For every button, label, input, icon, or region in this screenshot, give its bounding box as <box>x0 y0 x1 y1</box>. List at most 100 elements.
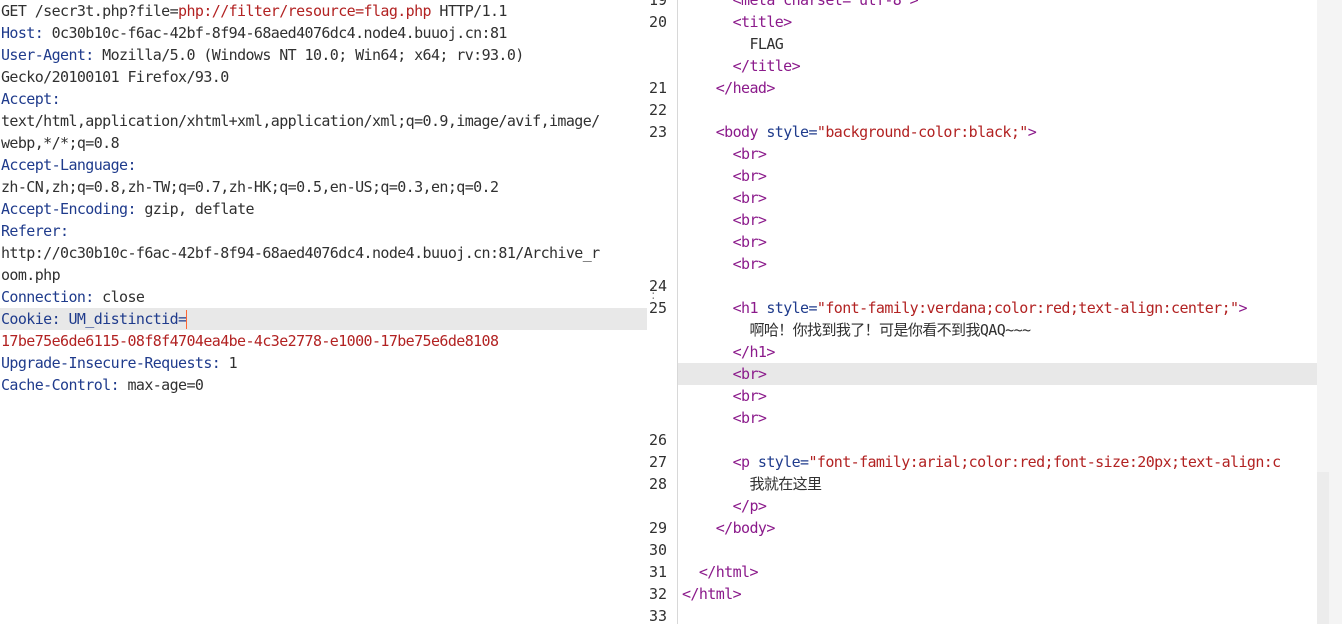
code-line[interactable]: <body style="background-color:black;"> <box>682 121 1037 143</box>
line-number: 26 <box>648 431 667 449</box>
header-value: webp,*/*;q=0.8 <box>1 134 120 152</box>
request-line[interactable]: Referer: <box>0 220 647 242</box>
code-line[interactable]: <br> <box>682 407 767 429</box>
request-line[interactable]: Gecko/20100101 Firefox/93.0 <box>0 66 647 88</box>
request-line[interactable]: GET /secr3t.php?file=php://filter/resour… <box>0 0 647 22</box>
header-name: Cookie: UM_distinctid= <box>1 310 187 328</box>
code-tag: > <box>1027 123 1037 141</box>
request-line[interactable]: Cookie: UM_distinctid= <box>0 308 647 330</box>
code-line[interactable]: <br> <box>682 143 767 165</box>
header-value: 17be75e6de6115-08f8f4704ea4be-4c3e2778-e… <box>1 332 499 350</box>
code-attr: style= <box>757 453 809 471</box>
scrollbar-thumb[interactable] <box>1317 472 1329 624</box>
code-line[interactable]: 啊哈！你找到我了！可是你看不到我QAQ~~~ <box>682 319 1031 341</box>
header-value: zh-CN,zh;q=0.8,zh-TW;q=0.7,zh-HK;q=0.5,e… <box>1 178 499 196</box>
code-line[interactable]: <p style="font-family:arial;color:red;fo… <box>682 451 1282 473</box>
code-tag: <br> <box>732 409 767 427</box>
request-line[interactable]: Accept: <box>0 88 647 110</box>
current-line-highlight <box>678 363 1318 385</box>
code-line[interactable]: <br> <box>682 253 767 275</box>
line-number: 19 <box>648 0 667 9</box>
line-number: 20 <box>648 13 667 31</box>
request-line[interactable]: Accept-Encoding: gzip, deflate <box>0 198 647 220</box>
line-number: 32 <box>648 585 667 603</box>
http-version: HTTP/1.1 <box>430 2 507 20</box>
code-text: 我就在这里 <box>749 475 822 493</box>
header-value: Gecko/20100101 Firefox/93.0 <box>1 68 229 86</box>
code-line[interactable]: <br> <box>682 363 767 385</box>
request-line[interactable]: webp,*/*;q=0.8 <box>0 132 647 154</box>
request-line[interactable]: User-Agent: Mozilla/5.0 (Windows NT 10.0… <box>0 44 647 66</box>
request-line[interactable]: Cache-Control: max-age=0 <box>0 374 647 396</box>
header-value: oom.php <box>1 266 61 284</box>
line-number: 27 <box>648 453 667 471</box>
request-line[interactable]: Accept-Language: <box>0 154 647 176</box>
request-editor[interactable]: GET /secr3t.php?file=php://filter/resour… <box>0 0 647 624</box>
code-line[interactable]: </head> <box>682 77 776 99</box>
code-tag: </p> <box>732 497 767 515</box>
request-line[interactable]: zh-CN,zh;q=0.8,zh-TW;q=0.7,zh-HK;q=0.5,e… <box>0 176 647 198</box>
code-tag: <br> <box>732 365 767 383</box>
code-tag: <br> <box>732 189 767 207</box>
request-line[interactable]: Connection: close <box>0 286 647 308</box>
code-tag: > <box>1238 299 1247 317</box>
code-line[interactable]: <br> <box>682 385 767 407</box>
code-line[interactable]: </h1> <box>682 341 776 363</box>
code-tag: <p <box>732 453 758 471</box>
code-tag: </html> <box>698 563 759 581</box>
code-line[interactable]: </p> <box>682 495 767 517</box>
request-line[interactable]: oom.php <box>0 264 647 286</box>
code-tag: </title> <box>732 57 801 75</box>
code-tag: </html> <box>682 585 742 603</box>
code-tag: <br> <box>732 167 767 185</box>
code-line[interactable]: </html> <box>682 583 742 605</box>
code-line[interactable]: <meta charset="utf-8"> <box>682 0 919 11</box>
code-line[interactable]: <h1 style="font-family:verdana;color:red… <box>682 297 1248 319</box>
code-line[interactable]: <br> <box>682 209 767 231</box>
header-value: text/html,application/xhtml+xml,applicat… <box>1 112 600 130</box>
header-value: 0c30b10c-f6ac-42bf-8f94-68aed4076dc4.nod… <box>43 24 508 42</box>
line-number: 29 <box>648 519 667 537</box>
code-line[interactable]: <br> <box>682 187 767 209</box>
line-number: 22 <box>648 101 667 119</box>
code-line[interactable]: </html> <box>682 561 759 583</box>
code-line[interactable]: 我就在这里 <box>682 473 822 495</box>
response-editor[interactable]: <meta charset="utf-8"> <title> FLAG </ti… <box>677 0 1318 624</box>
header-value: gzip, deflate <box>135 200 254 218</box>
code-line[interactable]: <title> <box>682 11 793 33</box>
code-line[interactable]: FLAG <box>682 33 783 55</box>
header-name: Accept-Encoding: <box>1 200 137 218</box>
request-line[interactable]: http://0c30b10c-f6ac-42bf-8f94-68aed4076… <box>0 242 647 264</box>
code-line[interactable]: <br> <box>682 231 767 253</box>
request-line[interactable]: 17be75e6de6115-08f8f4704ea4be-4c3e2778-e… <box>0 330 647 352</box>
code-attr: style= <box>766 123 817 141</box>
request-line[interactable]: Host: 0c30b10c-f6ac-42bf-8f94-68aed4076d… <box>0 22 647 44</box>
code-tag: <meta charset="utf-8"> <box>732 0 919 9</box>
code-tag: <br> <box>732 233 767 251</box>
header-name: User-Agent: <box>1 46 94 64</box>
code-tag: <br> <box>732 211 767 229</box>
code-tag: </body> <box>715 519 776 537</box>
code-tag: <br> <box>732 255 767 273</box>
header-name: Referer: <box>1 222 69 240</box>
request-line[interactable]: text/html,application/xhtml+xml,applicat… <box>0 110 647 132</box>
code-line[interactable]: </body> <box>682 517 776 539</box>
code-tag: <br> <box>732 387 767 405</box>
code-str: "font-family:arial;color:red;font-size:2… <box>808 453 1281 471</box>
request-line[interactable]: Upgrade-Insecure-Requests: 1 <box>0 352 647 374</box>
code-line[interactable]: <br> <box>682 165 767 187</box>
code-line[interactable]: </title> <box>682 55 801 77</box>
